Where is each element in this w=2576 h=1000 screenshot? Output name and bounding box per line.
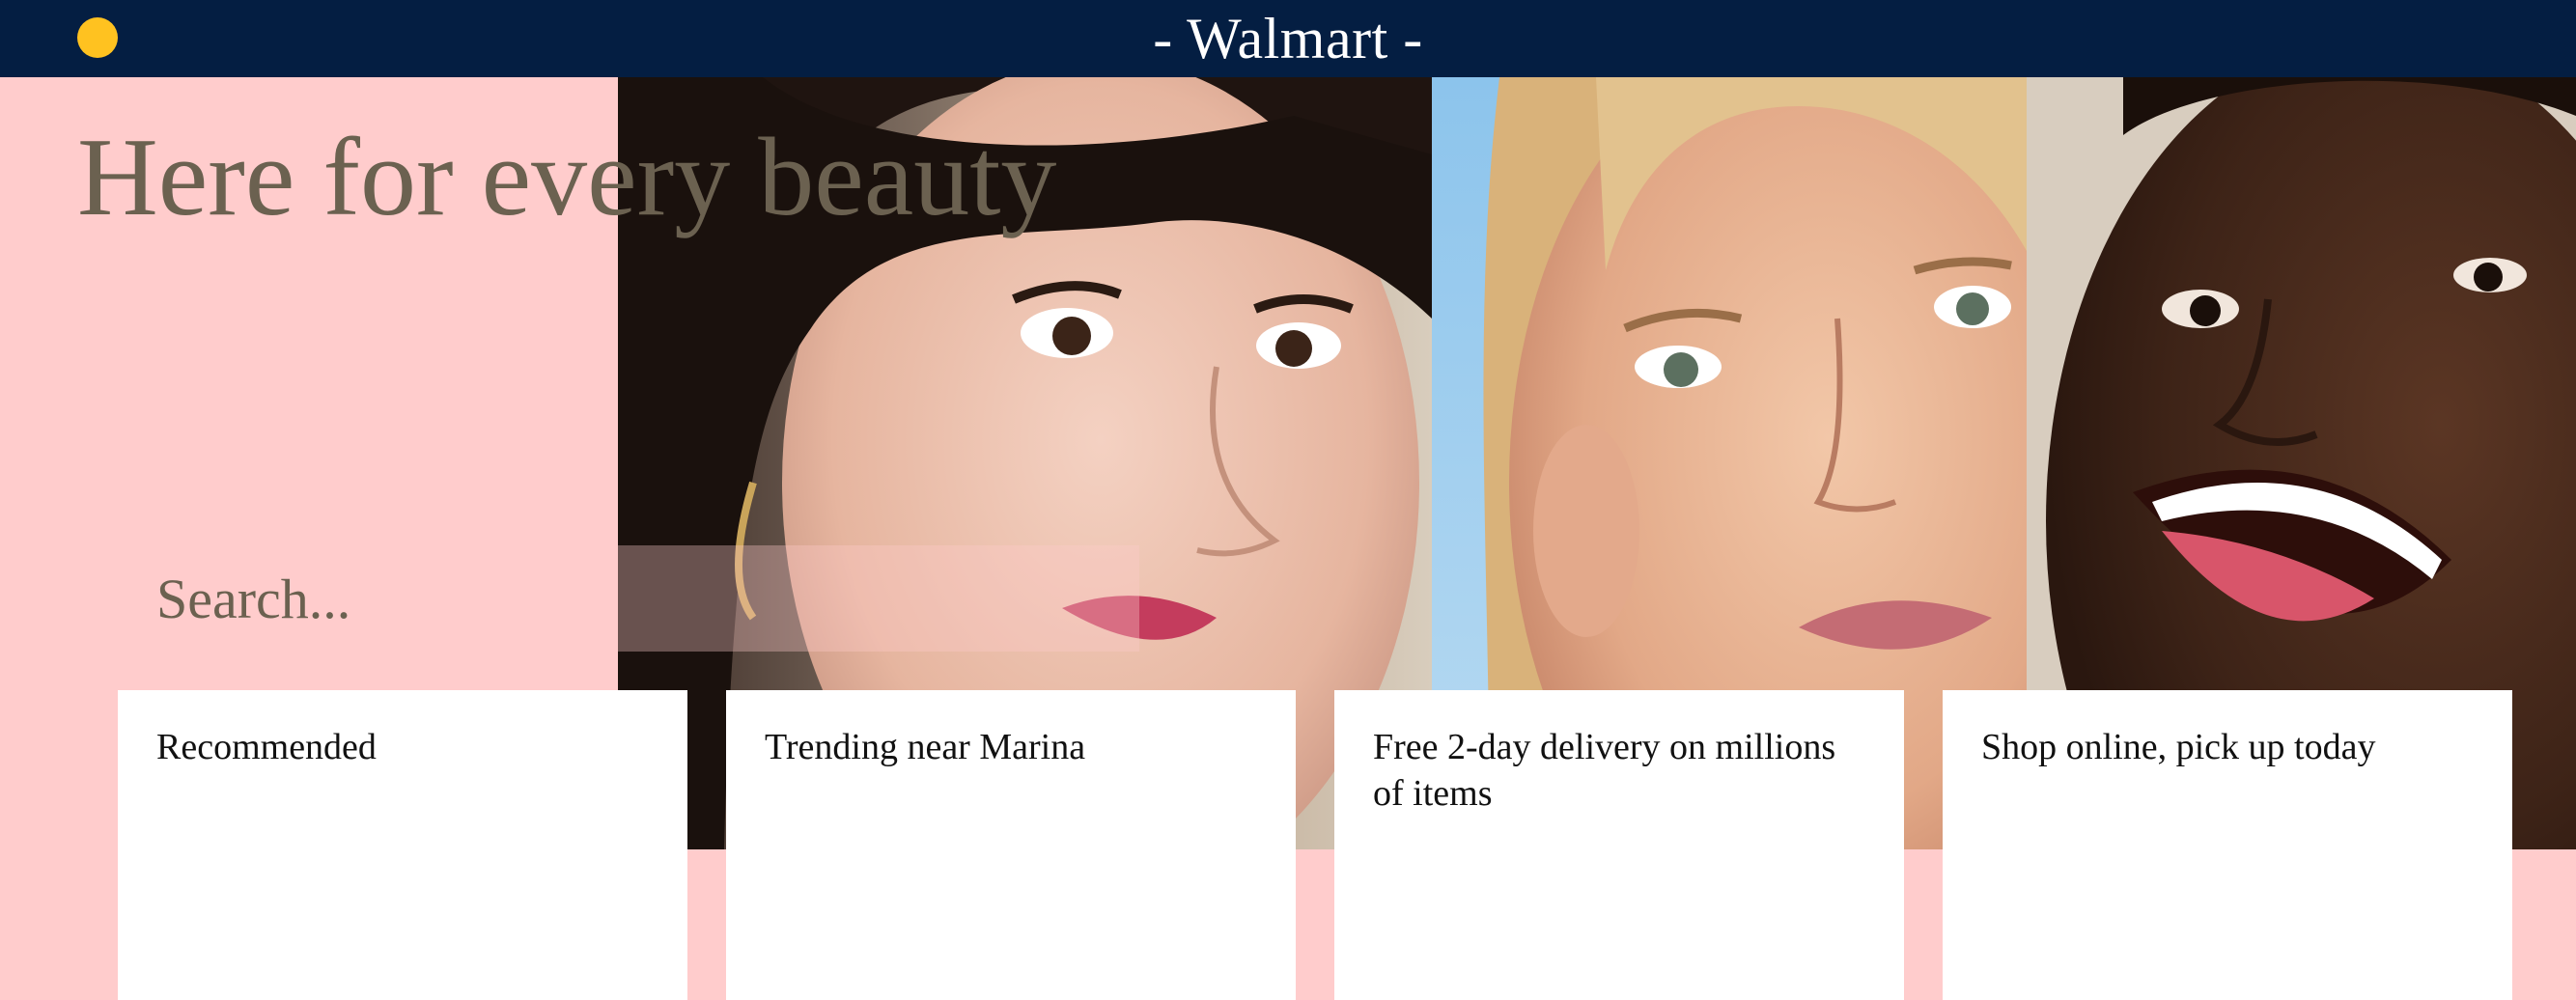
top-bar: - Walmart -: [0, 0, 2576, 77]
card-trending[interactable]: Trending near Marina: [726, 690, 1296, 1000]
card-label: Recommended: [156, 727, 377, 767]
search-bar[interactable]: [116, 545, 1139, 652]
card-label: Shop online, pick up today: [1981, 727, 2376, 767]
yellow-dot-icon[interactable]: [77, 17, 118, 58]
hero-headline: Here for every beauty: [77, 116, 1057, 239]
site-title: - Walmart -: [1153, 6, 1423, 70]
card-free-delivery[interactable]: Free 2-day delivery on millions of items: [1334, 690, 1904, 1000]
card-pickup[interactable]: Shop online, pick up today: [1943, 690, 2512, 1000]
card-label: Free 2-day delivery on millions of items: [1373, 727, 1836, 814]
page: - Walmart - Here for every beauty Search…: [0, 0, 2576, 1000]
search-input[interactable]: [156, 566, 1139, 631]
feature-cards: Recommended Trending near Marina Free 2-…: [118, 690, 2512, 1000]
card-label: Trending near Marina: [765, 727, 1086, 767]
card-recommended[interactable]: Recommended: [118, 690, 687, 1000]
